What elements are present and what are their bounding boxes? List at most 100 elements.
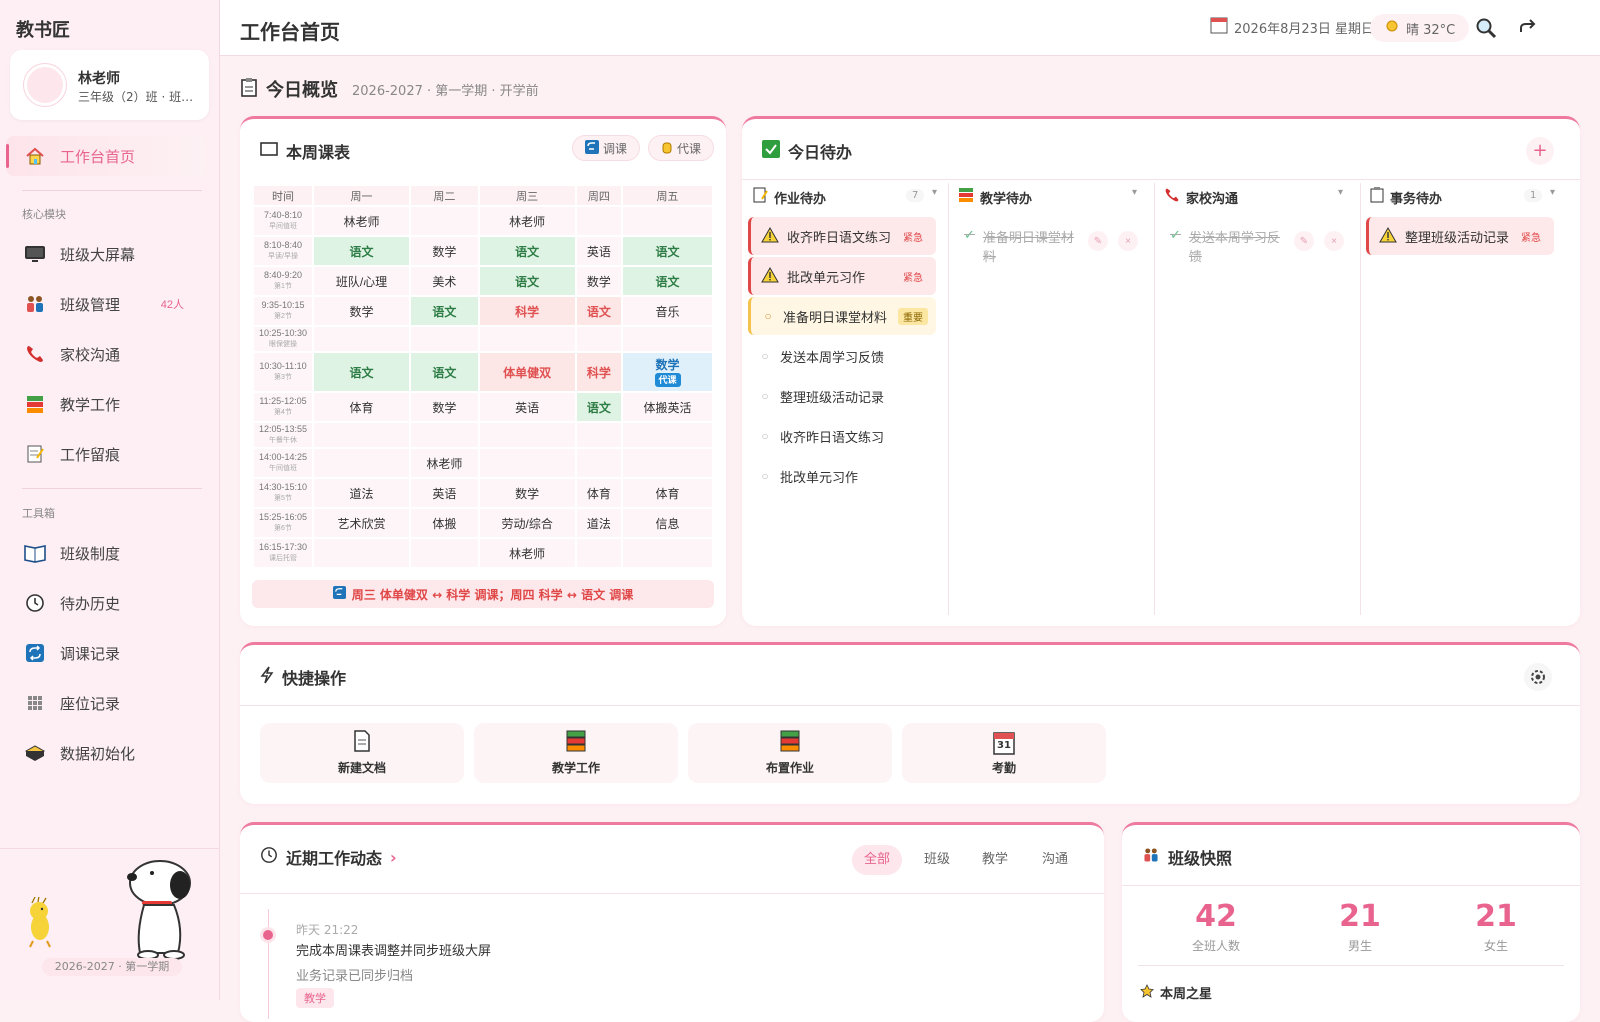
check-icon[interactable]: ✓ — [964, 227, 975, 243]
schedule-cell[interactable]: 林老师 — [314, 207, 410, 235]
schedule-cell[interactable]: 语文 — [623, 267, 712, 295]
schedule-cell[interactable]: 林老师 — [479, 207, 575, 235]
todo-item[interactable]: 整理班级活动记录 紧急 — [1366, 217, 1554, 255]
substitute-button[interactable]: 代课 — [648, 135, 715, 161]
schedule-cell[interactable]: 科学 — [479, 297, 575, 325]
schedule-cell-substitute[interactable]: 数学 代课 — [623, 353, 712, 391]
schedule-cell[interactable]: 劳动/综合 — [479, 509, 575, 537]
schedule-cell[interactable]: 道法 — [314, 479, 410, 507]
chevron-down-icon[interactable]: ▾ — [1338, 187, 1343, 198]
schedule-cell[interactable]: 体搬英活 — [623, 393, 712, 421]
schedule-cell[interactable]: 数学 — [411, 237, 478, 265]
schedule-cell[interactable] — [623, 207, 712, 235]
todo-item[interactable]: ○ 准备明日课堂材料 重要 — [748, 297, 936, 335]
todo-item[interactable]: ○ 整理班级活动记录 — [748, 377, 936, 415]
schedule-cell[interactable]: 数学 — [411, 393, 478, 421]
swap-button[interactable]: 调课 — [572, 135, 641, 161]
close-icon[interactable]: × — [1324, 231, 1344, 251]
nav-screen[interactable]: 班级大屏幕 — [6, 234, 206, 274]
schedule-cell[interactable]: 数学 — [576, 267, 622, 295]
nav-class-mgmt[interactable]: 班级管理 42人 — [6, 284, 206, 324]
search-icon[interactable] — [1474, 16, 1498, 40]
recent-activity-title[interactable]: 近期工作动态 › — [260, 845, 397, 869]
circle-icon[interactable]: ○ — [758, 389, 772, 403]
todo-item-done[interactable]: ✓ 发送本周学习反馈 — [1160, 221, 1286, 269]
schedule-cell[interactable] — [576, 539, 622, 567]
schedule-cell[interactable]: 语文 — [623, 237, 712, 265]
schedule-cell[interactable] — [623, 449, 712, 477]
nav-home-school[interactable]: 家校沟通 — [6, 334, 206, 374]
schedule-cell[interactable]: 信息 — [623, 509, 712, 537]
circle-icon[interactable]: ○ — [758, 349, 772, 363]
nav-swap-records[interactable]: 调课记录 — [6, 633, 206, 673]
schedule-cell[interactable]: 道法 — [576, 509, 622, 537]
schedule-cell[interactable]: 语文 — [479, 237, 575, 265]
attendance-button[interactable]: 31 考勤 — [902, 723, 1106, 783]
schedule-cell[interactable]: 语文 — [314, 353, 410, 391]
schedule-cell[interactable]: 林老师 — [411, 449, 478, 477]
new-document-button[interactable]: 新建文档 — [260, 723, 464, 783]
todo-item[interactable]: 收齐昨日语文练习 紧急 — [748, 217, 936, 255]
circle-icon[interactable]: ○ — [761, 309, 775, 323]
schedule-cell[interactable]: 语文 — [314, 237, 410, 265]
todo-item-done[interactable]: ✓ 准备明日课堂材料 — [954, 221, 1080, 269]
schedule-cell[interactable] — [576, 449, 622, 477]
schedule-cell[interactable]: 数学 — [314, 297, 410, 325]
chevron-down-icon[interactable]: ▾ — [1550, 187, 1555, 198]
schedule-cell[interactable]: 语文 — [479, 267, 575, 295]
schedule-cell[interactable]: 体搬 — [411, 509, 478, 537]
schedule-cell[interactable]: 体单健双 — [479, 353, 575, 391]
logout-icon[interactable] — [1516, 16, 1540, 40]
schedule-cell[interactable]: 班队/心理 — [314, 267, 410, 295]
schedule-cell[interactable] — [411, 539, 478, 567]
add-todo-button[interactable]: + — [1526, 137, 1554, 165]
nav-seat-records[interactable]: 座位记录 — [6, 683, 206, 723]
tab-teaching[interactable]: 教学 — [970, 845, 1020, 875]
schedule-cell[interactable] — [314, 539, 410, 567]
nav-rules[interactable]: 班级制度 — [6, 533, 206, 573]
todo-item[interactable]: ○ 批改单元习作 — [748, 457, 936, 495]
circle-icon[interactable]: ○ — [758, 429, 772, 443]
teaching-work-button[interactable]: 教学工作 — [474, 723, 678, 783]
tab-all[interactable]: 全部 — [852, 845, 903, 875]
todo-item[interactable]: 批改单元习作 紧急 — [748, 257, 936, 295]
nav-teaching[interactable]: 教学工作 — [6, 384, 206, 424]
nav-trace[interactable]: 工作留痕 — [6, 434, 206, 474]
circle-icon[interactable]: ○ — [758, 469, 772, 483]
user-card[interactable]: 林老师 三年级（2）班 · 班主任 — [10, 50, 209, 120]
schedule-cell[interactable]: 体育 — [314, 393, 410, 421]
close-icon[interactable]: × — [1118, 231, 1138, 251]
schedule-cell[interactable]: 林老师 — [479, 539, 575, 567]
nav-data-init[interactable]: 数据初始化 — [6, 733, 206, 773]
schedule-cell[interactable]: 语文 — [411, 353, 478, 391]
edit-icon[interactable]: ✎ — [1294, 231, 1314, 251]
schedule-cell[interactable] — [411, 207, 478, 235]
todo-item[interactable]: ○ 收齐昨日语文练习 — [748, 417, 936, 455]
edit-icon[interactable]: ✎ — [1088, 231, 1108, 251]
nav-home[interactable]: 工作台首页 — [6, 136, 206, 176]
schedule-cell[interactable]: 数学 — [479, 479, 575, 507]
assign-homework-button[interactable]: 布置作业 — [688, 723, 892, 783]
schedule-cell[interactable]: 英语 — [576, 237, 622, 265]
schedule-cell[interactable]: 语文 — [576, 393, 622, 421]
schedule-cell[interactable]: 英语 — [411, 479, 478, 507]
schedule-cell[interactable] — [479, 449, 575, 477]
schedule-cell[interactable]: 语文 — [411, 297, 478, 325]
chevron-down-icon[interactable]: ▾ — [932, 187, 937, 198]
schedule-cell[interactable]: 美术 — [411, 267, 478, 295]
schedule-cell[interactable]: 体育 — [623, 479, 712, 507]
chevron-down-icon[interactable]: ▾ — [1132, 187, 1137, 198]
schedule-cell[interactable]: 体育 — [576, 479, 622, 507]
schedule-cell[interactable]: 英语 — [479, 393, 575, 421]
schedule-cell[interactable]: 音乐 — [623, 297, 712, 325]
tab-communication[interactable]: 沟通 — [1030, 845, 1080, 875]
todo-item[interactable]: ○ 发送本周学习反馈 — [748, 337, 936, 375]
tab-class[interactable]: 班级 — [912, 845, 962, 875]
check-icon[interactable]: ✓ — [1170, 227, 1181, 243]
schedule-cell[interactable] — [314, 449, 410, 477]
schedule-cell[interactable] — [576, 207, 622, 235]
gear-icon[interactable] — [1524, 663, 1552, 691]
nav-todo-history[interactable]: 待办历史 — [6, 583, 206, 623]
schedule-cell[interactable] — [623, 539, 712, 567]
schedule-cell[interactable]: 科学 — [576, 353, 622, 391]
